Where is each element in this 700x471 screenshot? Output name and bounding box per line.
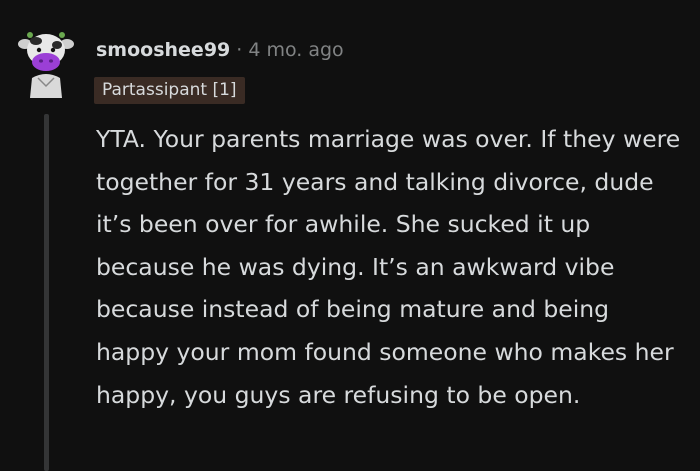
username-link[interactable]: smooshee99 xyxy=(96,39,230,61)
comment-meta: smooshee99 · 4 mo. ago xyxy=(96,36,344,64)
comment: smooshee99 · 4 mo. ago Partassipant [1] … xyxy=(0,0,700,471)
user-flair: Partassipant [1] xyxy=(94,77,245,104)
thread-line[interactable] xyxy=(44,114,49,471)
timestamp-link[interactable]: 4 mo. ago xyxy=(248,39,343,61)
comment-body: YTA. Your parents marriage was over. If … xyxy=(96,125,681,409)
meta-separator: · xyxy=(236,39,243,61)
cow-avatar-icon[interactable] xyxy=(16,26,76,98)
